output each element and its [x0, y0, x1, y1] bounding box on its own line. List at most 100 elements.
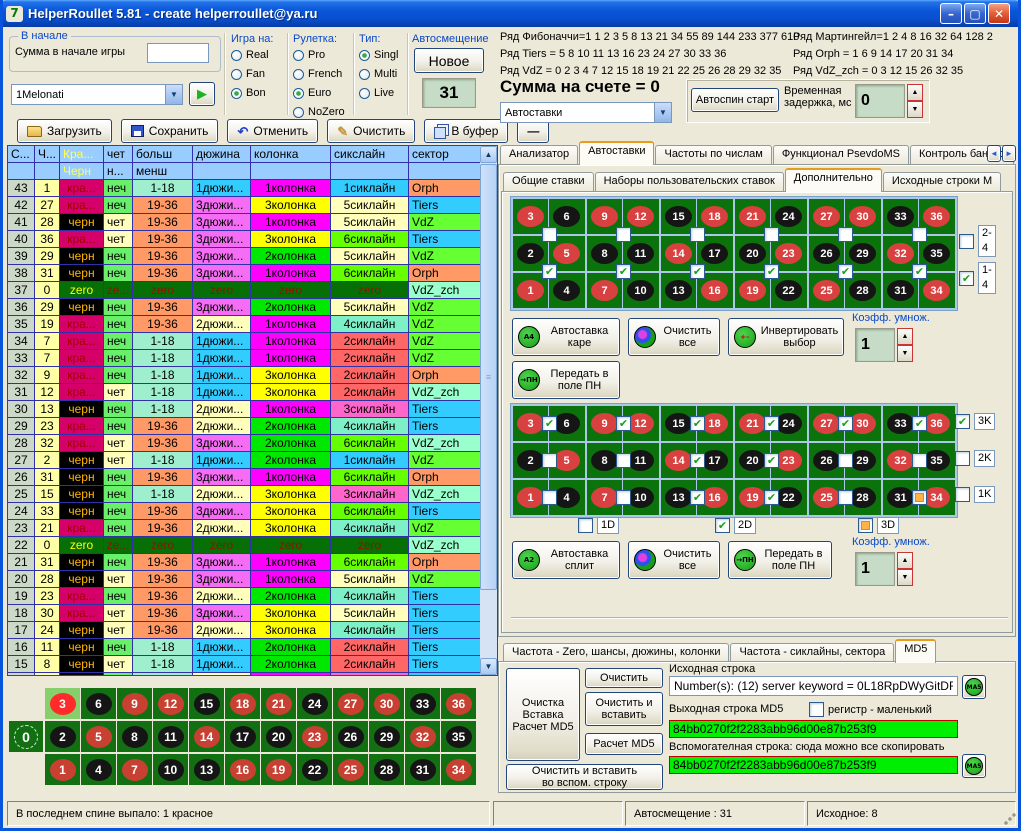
profile-combo[interactable]: 1Melonati ▼ [11, 84, 183, 105]
table-row[interactable]: 2923кра...неч19-362дюжи...2колонка4сикла… [8, 418, 497, 435]
number-cell-28[interactable]: 28 [849, 280, 876, 301]
number-cell-27[interactable]: 27 [813, 413, 840, 434]
quad-check-bottom-3[interactable]: ✔ [764, 264, 779, 279]
table-row[interactable]: 4227кра...неч19-363дюжи...3колонка5сикла… [8, 197, 497, 214]
board-cell-16[interactable]: 16 [225, 754, 260, 785]
board-cell-11[interactable]: 11 [153, 721, 188, 752]
table-row[interactable]: 158чернчет1-181дюжи...2колонка2сиклайнTi… [8, 656, 497, 673]
quad-check-bottom-1[interactable]: ✔ [616, 264, 631, 279]
number-cell-1[interactable]: 1 [517, 280, 544, 301]
table-row[interactable]: 370zeroze...zerozerozerozeroVdZ_zch [8, 282, 497, 299]
table-row[interactable]: 337кра...неч1-181дюжи...1колонка2сиклайн… [8, 350, 497, 367]
number-cell-5[interactable]: 5 [553, 450, 580, 471]
source-string-input[interactable] [669, 676, 958, 696]
clear-all-split-button[interactable]: Очистить все [628, 541, 720, 579]
column-header[interactable]: С... [8, 146, 35, 163]
autobet-quad-button[interactable]: А4 Автоставка каре [512, 318, 620, 356]
tab-main-3[interactable]: Функционал PsevdoMS [773, 145, 909, 165]
table-row[interactable]: 2832кра...чет19-363дюжи...2колонка6сикла… [8, 435, 497, 452]
table-row[interactable]: 220zeroze...zerozerozerozeroVdZ_zch [8, 537, 497, 554]
board-cell-10[interactable]: 10 [153, 754, 188, 785]
lowercase-checkbox[interactable] [809, 702, 824, 717]
tab-main-0[interactable]: Анализатор [500, 145, 578, 165]
maximize-button[interactable]: ▢ [964, 3, 986, 24]
number-cell-34[interactable]: 34 [923, 487, 950, 508]
number-cell-24[interactable]: 24 [775, 206, 802, 227]
split-check-1-4[interactable] [838, 453, 853, 468]
number-cell-12[interactable]: 12 [627, 206, 654, 227]
number-cell-16[interactable]: 16 [701, 487, 728, 508]
split-check-1-0[interactable] [542, 453, 557, 468]
number-cell-29[interactable]: 29 [849, 243, 876, 264]
board-cell-6[interactable]: 6 [81, 688, 116, 719]
board-cell-13[interactable]: 13 [189, 754, 224, 785]
number-cell-23[interactable]: 23 [775, 450, 802, 471]
board-cell-20[interactable]: 20 [261, 721, 296, 752]
clear-all-quad-button[interactable]: Очистить все [628, 318, 720, 356]
tab-scroll-left-icon[interactable]: ◄ [987, 145, 1001, 162]
quad-check-top-1[interactable] [616, 227, 631, 242]
column-header[interactable]: сикслайн [331, 146, 409, 163]
toolbar-undo-button[interactable]: ↶Отменить [227, 119, 318, 143]
quad-check-top-3[interactable] [764, 227, 779, 242]
bets-combo[interactable]: Автоставки ▼ [500, 102, 672, 123]
play-button[interactable]: ▶ [189, 82, 215, 106]
board-cell-9[interactable]: 9 [117, 688, 152, 719]
delay-spinner[interactable]: 0 ▲▼ [855, 84, 923, 118]
md5-big-button[interactable]: Очистка Вставка Расчет MD5 [506, 668, 580, 761]
number-cell-10[interactable]: 10 [627, 487, 654, 508]
table-row[interactable]: 431кра...неч1-181дюжи...1колонка1сиклайн… [8, 180, 497, 197]
number-cell-25[interactable]: 25 [813, 487, 840, 508]
column-header[interactable] [193, 163, 251, 180]
table-row[interactable]: 347кра...неч1-181дюжи...1колонка2сиклайн… [8, 333, 497, 350]
table-row[interactable]: 1413черннеч1-182дюжи...1колонка3сиклайнT… [8, 673, 497, 676]
number-cell-4[interactable]: 4 [553, 280, 580, 301]
minimize-button[interactable]: – [940, 3, 962, 24]
dozen-checkbox-2D[interactable]: ✔ [715, 518, 730, 533]
quad-check-bottom-0[interactable]: ✔ [542, 264, 557, 279]
board-cell-25[interactable]: 25 [333, 754, 368, 785]
number-cell-18[interactable]: 18 [701, 206, 728, 227]
column-header[interactable]: менш [133, 163, 193, 180]
split-check-0-2[interactable]: ✔ [690, 416, 705, 431]
board-cell-32[interactable]: 32 [405, 721, 440, 752]
board-cell-17[interactable]: 17 [225, 721, 260, 752]
split-check-0-3[interactable]: ✔ [764, 416, 779, 431]
spin-down-icon[interactable]: ▼ [897, 569, 913, 586]
number-cell-6[interactable]: 6 [553, 206, 580, 227]
number-cell-22[interactable]: 22 [775, 280, 802, 301]
tab-freq-1[interactable]: Частота - сиклайны, сектора [730, 643, 894, 663]
spin-down-icon[interactable]: ▼ [897, 345, 913, 362]
column-header[interactable] [409, 163, 481, 180]
table-row[interactable]: 3831черннеч19-363дюжи...1колонка6сиклайн… [8, 265, 497, 282]
split-check-2-1[interactable] [616, 490, 631, 505]
column-header[interactable]: чет [104, 146, 133, 163]
table-row[interactable]: 4128чернчет19-363дюжи...1колонка5сиклайн… [8, 214, 497, 231]
autobet-split-button[interactable]: А2 Автоставка сплит [512, 541, 620, 579]
number-cell-21[interactable]: 21 [739, 206, 766, 227]
number-cell-15[interactable]: 15 [665, 206, 692, 227]
number-cell-30[interactable]: 30 [849, 206, 876, 227]
split-koef-spinner[interactable]: 1 ▲▼ [855, 552, 913, 586]
board-cell-5[interactable]: 5 [81, 721, 116, 752]
column-header[interactable] [8, 163, 35, 180]
split-check-0-5[interactable]: ✔ [912, 416, 927, 431]
number-cell-21[interactable]: 21 [739, 413, 766, 434]
number-cell-14[interactable]: 14 [665, 243, 692, 264]
tab-scroll-right-icon[interactable]: ► [1002, 145, 1016, 162]
board-cell-2[interactable]: 2 [45, 721, 80, 752]
quad-check-top-2[interactable] [690, 227, 705, 242]
number-cell-9[interactable]: 9 [591, 413, 618, 434]
number-cell-31[interactable]: 31 [887, 487, 914, 508]
split-check-2-0[interactable] [542, 490, 557, 505]
board-cell-28[interactable]: 28 [369, 754, 404, 785]
table-row[interactable]: 1611черннеч1-181дюжи...2колонка2сиклайнT… [8, 639, 497, 656]
board-cell-29[interactable]: 29 [369, 721, 404, 752]
column-header[interactable]: дюжина [193, 146, 251, 163]
table-row[interactable]: 1830кра...чет19-363дюжи...3колонка5сикла… [8, 605, 497, 622]
tab-sub-2[interactable]: Дополнительно [785, 168, 882, 192]
split-side-checkbox-3K[interactable]: ✔ [955, 414, 970, 429]
number-cell-27[interactable]: 27 [813, 206, 840, 227]
number-cell-4[interactable]: 4 [553, 487, 580, 508]
number-cell-30[interactable]: 30 [849, 413, 876, 434]
